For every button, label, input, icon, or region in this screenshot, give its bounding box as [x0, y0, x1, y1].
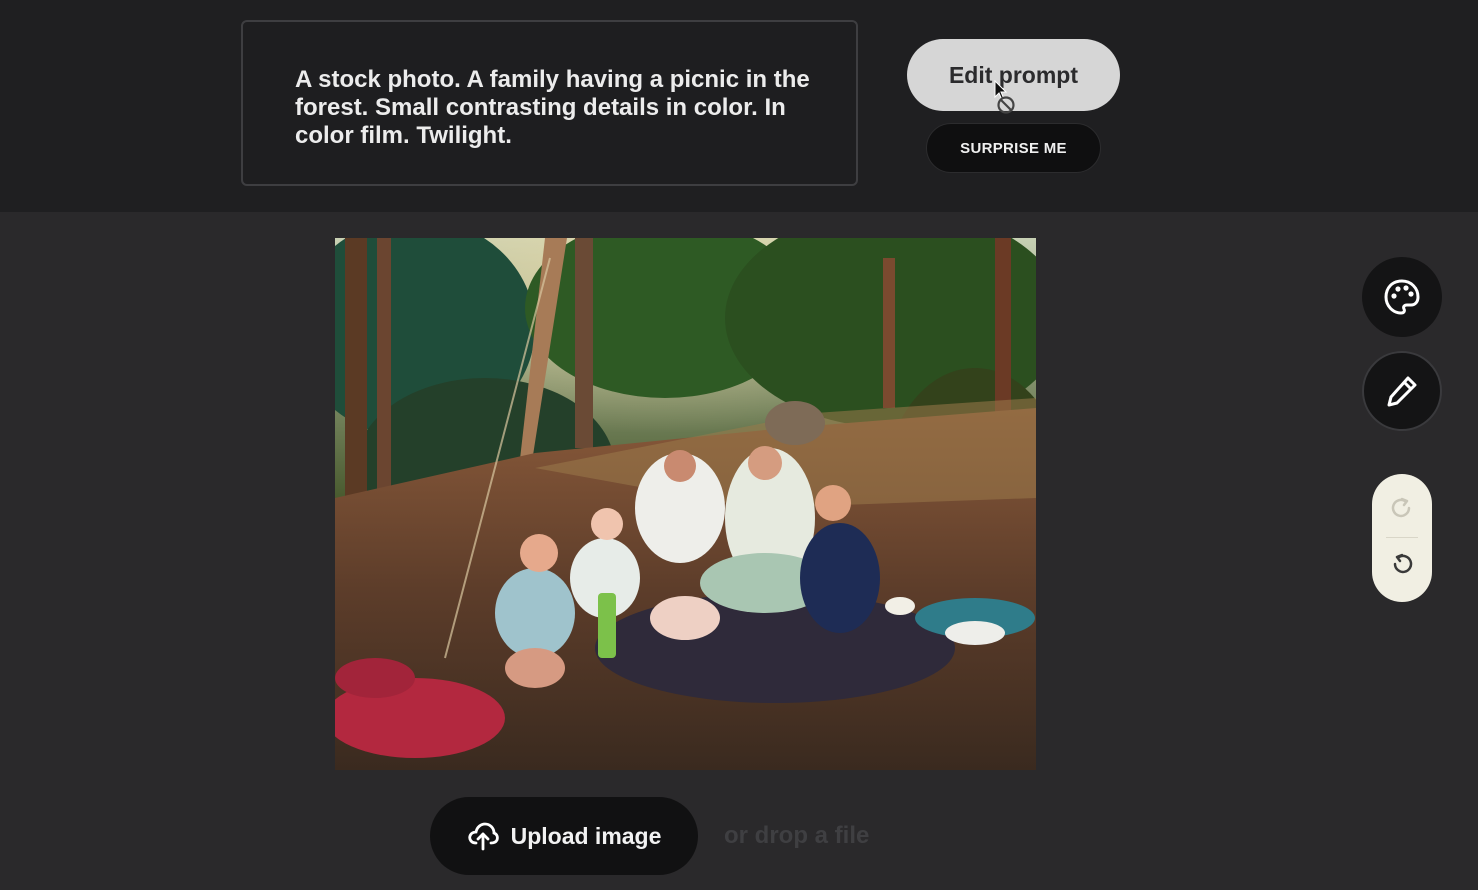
family-picnic-photo: [335, 238, 1036, 770]
history-divider: [1386, 537, 1418, 538]
pencil-icon: [1387, 376, 1417, 407]
palette-icon: [1384, 279, 1420, 315]
prompt-box[interactable]: A stock photo. A family having a picnic …: [241, 20, 858, 186]
redo-icon: [1391, 497, 1411, 518]
upload-image-label: Upload image: [510, 822, 662, 849]
palette-button[interactable]: [1362, 257, 1442, 337]
undo-icon: [1393, 553, 1413, 574]
edit-pencil-button[interactable]: [1362, 351, 1442, 431]
drop-file-hint: or drop a file: [724, 822, 870, 849]
prompt-text: A stock photo. A family having a picnic …: [295, 66, 810, 149]
redo-button[interactable]: [1372, 484, 1432, 534]
cloud-upload-icon: [467, 822, 499, 851]
upload-image-button[interactable]: Upload image: [430, 797, 698, 875]
generated-image[interactable]: [335, 238, 1036, 770]
undo-button[interactable]: [1372, 540, 1432, 590]
not-allowed-cursor-icon: [994, 80, 1015, 114]
prompt-bar: A stock photo. A family having a picnic …: [0, 0, 1478, 212]
surprise-me-button[interactable]: SURPRISE ME: [926, 123, 1101, 173]
history-controls: [1372, 474, 1432, 602]
